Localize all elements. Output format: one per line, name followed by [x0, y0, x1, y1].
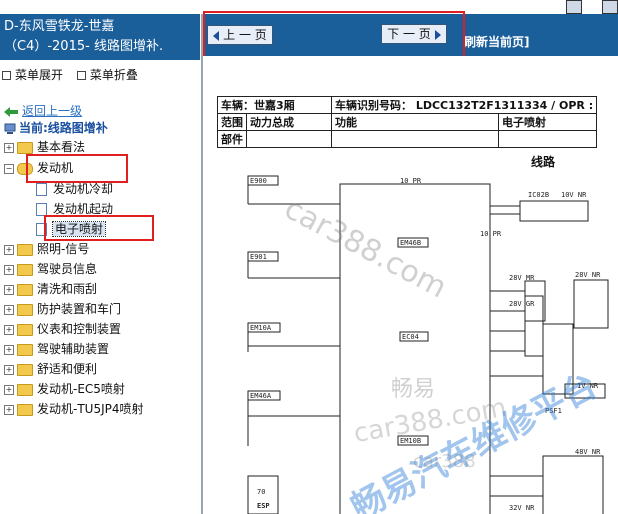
- tree-item-wash-wipe[interactable]: + 清洗和雨刮: [4, 280, 97, 298]
- document-view[interactable]: 车辆：世嘉3厢 车辆识别号码： LDCC132T2F1311334 / OPR …: [203, 56, 618, 514]
- collapse-icon: [76, 71, 86, 80]
- connector-32v-nr-label: 32V NR: [509, 504, 535, 512]
- tree-item-engine-tu5jp4[interactable]: + 发动机-TU5JP4喷射: [4, 400, 144, 418]
- connector-10v-label: 10V NR: [561, 191, 587, 199]
- menu-collapse-link[interactable]: 菜单折叠: [90, 68, 138, 82]
- connector-28v-mr-label: 28V MR: [509, 274, 535, 282]
- window-icon[interactable]: [566, 0, 582, 14]
- tree-item-label: 基本看法: [37, 140, 86, 154]
- connector-28v-gr-label: 28V GR: [509, 300, 535, 308]
- folder-icon: [17, 323, 33, 336]
- tree-item-label: 防护装置和车门: [37, 302, 122, 316]
- back-link[interactable]: 返回上一级: [22, 104, 82, 118]
- tree-item-label: 发动机-EC5喷射: [37, 382, 125, 396]
- tree-item-label: 驾驶员信息: [37, 262, 98, 276]
- tree-item-label: 舒适和便利: [37, 362, 98, 376]
- tree-item-lighting[interactable]: + 照明-信号: [4, 240, 89, 258]
- title-line-1: D-东风雪铁龙-世嘉: [4, 19, 115, 34]
- left-panel-title: D-东风雪铁龙-世嘉 （C4）-2015- 线路图增补.: [0, 14, 200, 60]
- folder-icon: [17, 343, 33, 356]
- back-link-row[interactable]: 返回上一级: [4, 102, 82, 120]
- esp-number-label: 70: [257, 488, 265, 496]
- document-icon: [36, 183, 47, 196]
- folder-icon: [17, 303, 33, 316]
- expand-plus-icon[interactable]: +: [4, 264, 14, 275]
- connector-e900-label: E900: [250, 177, 267, 185]
- tree-item-comfort[interactable]: + 舒适和便利: [4, 360, 97, 378]
- refresh-link[interactable]: 刷新当前页]: [464, 33, 530, 50]
- expand-plus-icon[interactable]: +: [4, 404, 14, 415]
- collapse-minus-icon[interactable]: −: [4, 163, 14, 174]
- tree-item-label: 照明-信号: [37, 242, 90, 256]
- connector-pr-mid-label: 10 PR: [480, 230, 502, 238]
- tree-item-engine-ec5[interactable]: + 发动机-EC5喷射: [4, 380, 125, 398]
- tree-item-driver-info[interactable]: + 驾驶员信息: [4, 260, 97, 278]
- tree-item-protection-doors[interactable]: + 防护装置和车门: [4, 300, 121, 318]
- connector-em46a-label: EM46A: [250, 392, 272, 400]
- expand-plus-icon[interactable]: +: [4, 284, 14, 295]
- back-arrow-icon: [4, 106, 18, 117]
- folder-icon: [17, 263, 33, 276]
- highlight-nav-buttons: [203, 11, 465, 60]
- wiring-diagram: E900 E901 EM10A EM46A EM46B EC04 EM10B I…: [247, 175, 609, 514]
- connector-psf1-label: PSF1: [545, 407, 562, 415]
- expand-collapse-row: 菜单展开 菜单折叠: [2, 66, 148, 83]
- folder-icon: [17, 403, 33, 416]
- tree-item-label: 发动机-TU5JP4喷射: [37, 402, 144, 416]
- folder-icon: [17, 363, 33, 376]
- expand-plus-icon[interactable]: +: [4, 244, 14, 255]
- esp-label: ESP: [257, 502, 270, 510]
- expand-plus-icon[interactable]: +: [4, 304, 14, 315]
- tree-item-instruments[interactable]: + 仪表和控制装置: [4, 320, 121, 338]
- connector-1v-nr-label: 1V NR: [577, 382, 599, 390]
- connector-em46b-label: EM46B: [400, 239, 421, 247]
- tree-item-label: 发动机冷却: [53, 182, 114, 196]
- menu-expand-link[interactable]: 菜单展开: [15, 68, 63, 82]
- connector-em10b-label: EM10B: [400, 437, 421, 445]
- connector-ic02b-label: IC02B: [528, 191, 549, 199]
- computer-icon: [4, 123, 16, 134]
- folder-icon: [17, 383, 33, 396]
- connector-em10a-label: EM10A: [250, 324, 272, 332]
- expand-plus-icon[interactable]: +: [4, 384, 14, 395]
- connector-e901-label: E901: [250, 253, 267, 261]
- tree-item-driving-assist[interactable]: + 驾驶辅助装置: [4, 340, 109, 358]
- highlight-engine: [26, 154, 128, 183]
- tree-item-label: 仪表和控制装置: [37, 322, 122, 336]
- expand-plus-icon[interactable]: +: [4, 142, 14, 153]
- title-line-2: （C4）-2015- 线路图增补.: [4, 39, 164, 54]
- folder-icon: [17, 283, 33, 296]
- highlight-injection: [44, 215, 154, 241]
- expand-plus-icon[interactable]: +: [4, 324, 14, 335]
- tree-item-label: 驾驶辅助装置: [37, 342, 110, 356]
- folder-icon: [17, 141, 33, 154]
- connector-48v-nr-label: 48V NR: [575, 448, 601, 456]
- current-location: 当前:线路图增补: [4, 119, 108, 137]
- folder-icon: [17, 243, 33, 256]
- current-label: 当前:线路图增补: [19, 121, 108, 135]
- expand-plus-icon[interactable]: +: [4, 344, 14, 355]
- central-module-box: [339, 183, 491, 514]
- connector-ec04-label: EC04: [402, 333, 419, 341]
- expand-plus-icon[interactable]: +: [4, 364, 14, 375]
- expand-icon: [2, 71, 11, 80]
- connector-top-pr-label: 10 PR: [400, 177, 422, 185]
- tree-item-label: 清洗和雨刮: [37, 282, 98, 296]
- connector-28v-nr-label: 28V NR: [575, 271, 601, 279]
- tree-item-label: 发动机起动: [53, 202, 114, 216]
- window-icon[interactable]: [602, 0, 618, 14]
